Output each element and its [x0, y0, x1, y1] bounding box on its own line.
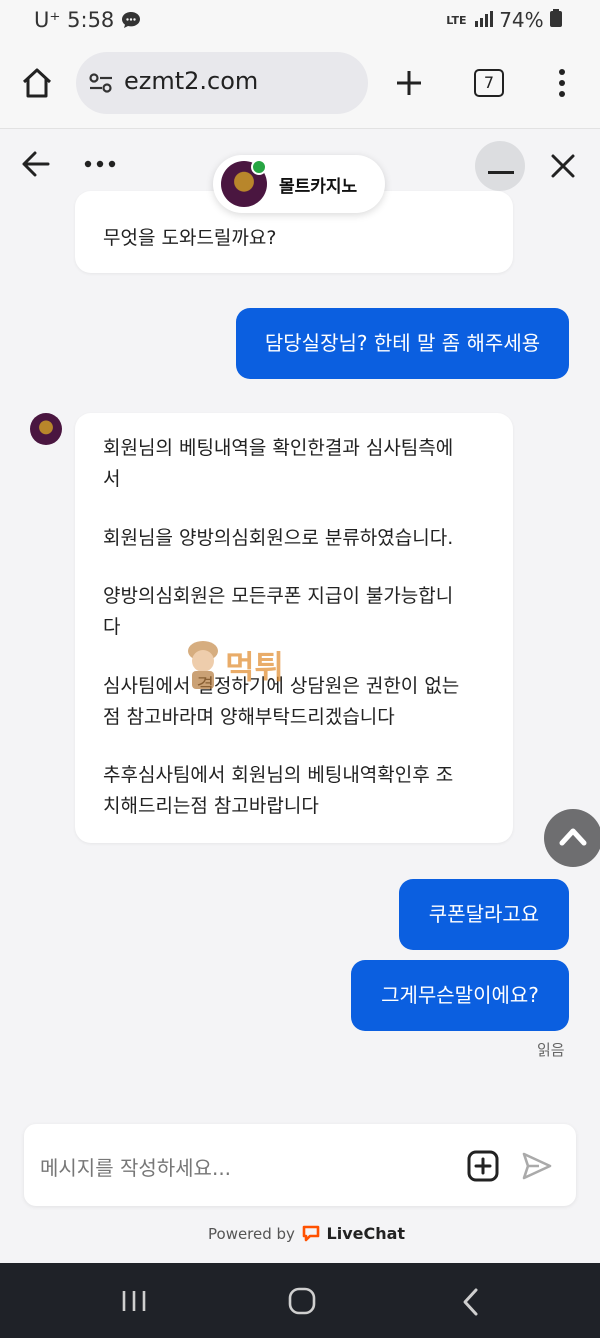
browser-toolbar: ezmt2.com 7 — [0, 40, 600, 129]
message-line: 점 참고바라며 양해부탁드리겠습니다 — [103, 706, 395, 728]
system-navigation-bar — [0, 1263, 600, 1338]
site-settings-icon[interactable] — [88, 72, 114, 94]
read-receipt: 읽음 — [537, 1041, 565, 1059]
chat-options-icon[interactable] — [84, 160, 116, 168]
status-right: LTE 74% — [446, 8, 562, 32]
status-carrier-time: U⁺ 5:58 — [34, 8, 141, 32]
recent-apps-icon[interactable] — [121, 1289, 147, 1313]
status-bar: U⁺ 5:58 LTE 74% — [0, 0, 600, 40]
soldier-mascot-icon — [188, 641, 218, 689]
livechat-brand: LiveChat — [326, 1224, 406, 1243]
message-line: 회원님을 양방의심회원으로 분류하였습니다. — [103, 527, 454, 549]
home-icon[interactable] — [20, 66, 54, 100]
livechat-logo-icon — [302, 1225, 320, 1242]
battery-percent: 74% — [499, 8, 544, 32]
message-line: 추후심사팀에서 회원님의 베팅내역확인후 조 — [103, 764, 454, 786]
watermark-logo: 먹튀 — [186, 639, 284, 691]
chat-window: 무엇을 도와드릴까요? 몰트카지노 담당실장님? 한테 말 좀 해주세용 회원님… — [0, 129, 600, 1263]
watermark-text: 먹튀 — [225, 648, 284, 686]
new-tab-icon[interactable] — [396, 70, 422, 96]
chevron-up-icon — [559, 828, 587, 846]
message-notification-icon — [121, 12, 140, 28]
back-arrow-icon[interactable] — [22, 151, 50, 177]
powered-by-footer[interactable]: Powered by LiveChat — [208, 1224, 405, 1243]
url-text: ezmt2.com — [124, 67, 259, 95]
message-text: 쿠폰달라고요 — [428, 902, 540, 926]
powered-by-text: Powered by — [208, 1225, 295, 1243]
close-icon[interactable] — [550, 153, 576, 179]
message-text: 그게무슨말이에요? — [381, 983, 539, 1007]
agent-name: 몰트카지노 — [279, 177, 358, 197]
minimize-icon — [488, 171, 514, 174]
message-input[interactable]: 메시지를 작성하세요... — [40, 1152, 231, 1181]
minimize-button[interactable] — [475, 141, 525, 191]
signal-icon — [474, 11, 493, 27]
message-line: 양방의심회원은 모든쿠폰 지급이 불가능합니 — [103, 585, 454, 607]
agent-avatar-small — [30, 413, 62, 445]
scroll-to-top-button[interactable] — [544, 809, 600, 867]
message-composer[interactable]: 메시지를 작성하세요... — [24, 1124, 576, 1206]
home-button-icon[interactable] — [288, 1287, 316, 1315]
message-line: 치해드리는점 참고바랍니다 — [103, 795, 319, 817]
agent-message-bubble: 회원님의 베팅내역을 확인한결과 심사팀측에 서 회원님을 양방의심회원으로 분… — [75, 413, 513, 843]
agent-info-pill[interactable]: 몰트카지노 — [213, 155, 385, 213]
message-line: 회원님의 베팅내역을 확인한결과 심사팀측에 — [103, 437, 454, 459]
message-text: 담당실장님? 한테 말 좀 해주세용 — [264, 331, 541, 355]
online-status-dot — [251, 159, 267, 175]
lte-indicator: LTE — [446, 14, 467, 27]
message-line: 서 — [103, 468, 121, 490]
message-line: 다 — [103, 616, 121, 638]
back-button-icon[interactable] — [460, 1287, 480, 1317]
battery-icon — [550, 9, 562, 27]
send-icon[interactable] — [521, 1151, 553, 1181]
user-message-bubble: 그게무슨말이에요? — [351, 960, 569, 1031]
user-message-bubble: 담당실장님? 한테 말 좀 해주세용 — [236, 308, 569, 379]
more-menu-icon[interactable] — [556, 68, 568, 98]
tab-count-button[interactable]: 7 — [474, 69, 504, 97]
address-bar[interactable]: ezmt2.com — [76, 52, 368, 114]
attach-plus-icon[interactable] — [467, 1150, 499, 1182]
message-line: 무엇을 도와드릴까요? — [103, 227, 277, 249]
user-message-bubble: 쿠폰달라고요 — [399, 879, 569, 950]
